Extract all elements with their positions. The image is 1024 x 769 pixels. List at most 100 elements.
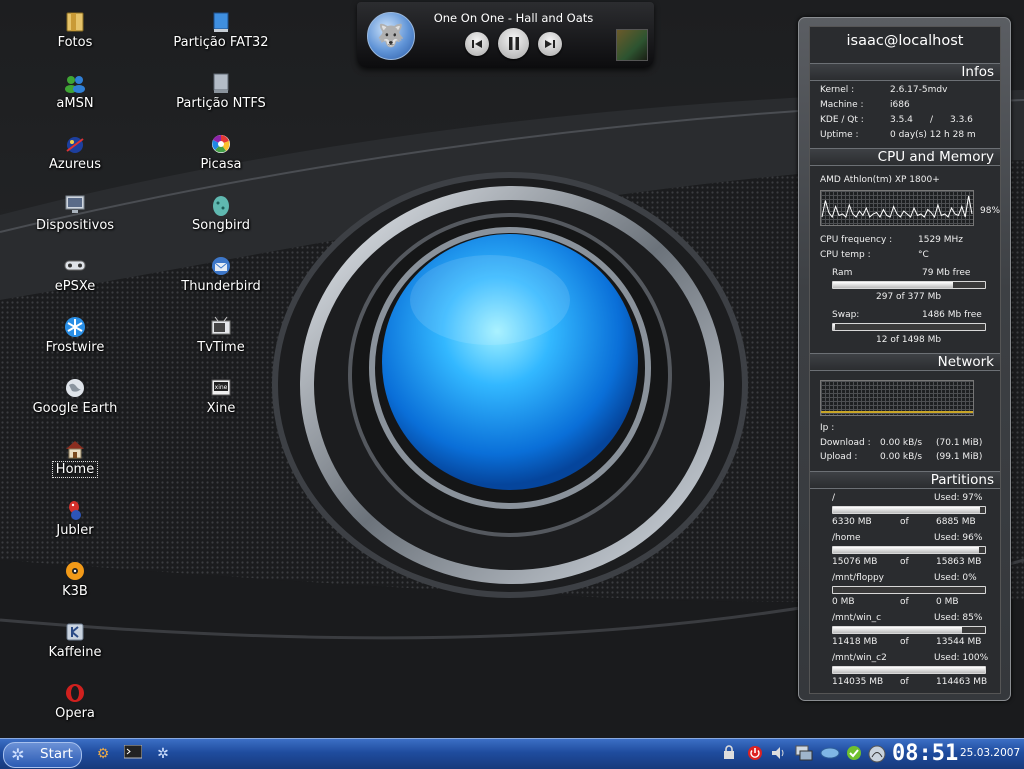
partition-mount: /mnt/floppy (832, 573, 884, 583)
lock-icon[interactable] (720, 745, 738, 763)
partition-usage-bar (832, 626, 986, 634)
partition-used-percent: Used: 100% (934, 653, 989, 663)
uptime-label: Uptime : (820, 130, 859, 140)
desktop-icon-label: Songbird (192, 218, 250, 233)
kde-gear-icon[interactable]: ✲ (154, 745, 172, 763)
partition-usage-bar (832, 546, 986, 554)
power-icon[interactable] (746, 745, 764, 763)
partition-of: of (900, 517, 909, 527)
ram-usage-fill (833, 282, 954, 288)
swap-usage-fill (833, 324, 835, 330)
username-host: isaac@localhost (846, 33, 964, 49)
desktop-icon-opera[interactable]: Opera (15, 671, 135, 732)
cpu-load-line (821, 195, 973, 219)
gamepad-icon (63, 254, 87, 278)
partition-used-size: 0 MB (832, 597, 855, 607)
desktop-icon-dispositivos[interactable]: Dispositivos (15, 183, 135, 244)
previous-track-button[interactable] (465, 32, 489, 56)
start-button[interactable]: ✲ Start (3, 742, 82, 768)
cpu-frequency-label: CPU frequency : (820, 235, 893, 245)
partition-used-size: 114035 MB (832, 677, 884, 687)
swap-usage-bar (832, 323, 986, 331)
section-header-cpu-memory: CPU and Memory (810, 148, 1000, 166)
speaker-icon[interactable] (770, 745, 788, 763)
desktop-icon-particao-fat32[interactable]: Partição FAT32 (161, 0, 281, 61)
desktop-icon-frostwire[interactable]: Frostwire (15, 305, 135, 366)
desktop-icon-k3b[interactable]: K3B (15, 549, 135, 610)
desktop-icon-label: Partição FAT32 (173, 35, 269, 50)
desktop-icon-label: aMSN (56, 96, 94, 111)
xine-icon: xine (209, 376, 233, 400)
desktop-icon-songbird[interactable]: Songbird (161, 183, 281, 244)
partition-mount: /mnt/win_c (832, 613, 882, 623)
upload-rate: 0.00 kB/s (880, 452, 923, 462)
desktop-icon-particao-ntfs[interactable]: Partição NTFS (161, 61, 281, 122)
kernel-value: 2.6.17-5mdv (890, 85, 948, 95)
desktop-icon-amsn[interactable]: aMSN (15, 61, 135, 122)
kde-version: 3.5.4 (890, 115, 913, 125)
partition-total-size: 6885 MB (936, 517, 976, 527)
desktop-icon-azureus[interactable]: Azureus (15, 122, 135, 183)
upload-label: Upload : (820, 452, 858, 462)
next-track-button[interactable] (538, 32, 562, 56)
partition-total-size: 114463 MB (936, 677, 988, 687)
network-monitor-icon[interactable] (795, 745, 813, 763)
desktop-icon-fotos[interactable]: Fotos (15, 0, 135, 61)
clock[interactable]: 08:51 (892, 742, 958, 766)
pause-icon (508, 37, 519, 50)
ram-used: 297 of 377 Mb (876, 292, 942, 302)
partition-used-percent: Used: 85% (934, 613, 983, 623)
songbird-egg-icon (209, 193, 233, 217)
update-check-icon[interactable] (845, 745, 863, 763)
devices-monitor-icon (63, 193, 87, 217)
desktop-icon-label: TvTime (197, 340, 245, 355)
desktop-icon-tvtime[interactable]: TvTime (161, 305, 281, 366)
partition-of: of (900, 637, 909, 647)
partition-mount: / (832, 493, 836, 503)
partition-used-percent: Used: 97% (934, 493, 983, 503)
klipper-icon[interactable] (820, 745, 840, 763)
kernel-label: Kernel : (820, 85, 855, 95)
azureus-frog-icon (63, 132, 87, 156)
opera-icon (63, 681, 87, 705)
desktop-icon-picasa[interactable]: Picasa (161, 122, 281, 183)
desktop-icon-kaffeine[interactable]: Kaffeine (15, 610, 135, 671)
ip-label: Ip : (820, 423, 835, 433)
desktop-icon-label: Kaffeine (48, 645, 102, 660)
desktop-icon-epsxe[interactable]: ePSXe (15, 244, 135, 305)
desktop-icon-jubler[interactable]: Jubler (15, 488, 135, 549)
partition-used-percent: Used: 96% (934, 533, 983, 543)
kde-label: KDE / Qt : (820, 115, 864, 125)
thunderbird-icon (209, 254, 233, 278)
uptime-value: 0 day(s) 12 h 28 m (890, 130, 976, 140)
desktop-icon-label: Opera (55, 706, 95, 721)
album-art (616, 29, 648, 61)
partition-of: of (900, 677, 909, 687)
machine-value: i686 (890, 100, 910, 110)
partition-usage-bar (832, 506, 986, 514)
drive-ntfs-icon (209, 71, 233, 95)
date[interactable]: 25.03.2007 (960, 747, 1020, 759)
partition-of: of (900, 597, 909, 607)
desktop-icon-google-earth[interactable]: Google Earth (15, 366, 135, 427)
desktop-icon-label: Google Earth (32, 401, 118, 416)
jubler-bird-icon (63, 498, 87, 522)
pause-button[interactable] (498, 28, 529, 59)
desktop-icon-thunderbird[interactable]: Thunderbird (161, 244, 281, 305)
desktop-icon-label: K3B (62, 584, 88, 599)
download-rate: 0.00 kB/s (880, 438, 923, 448)
desktop-icon-label: Thunderbird (181, 279, 261, 294)
taskbar: ✲ Start ⚙ ✲ 08:51 25.03.2007 (0, 738, 1024, 769)
cog-wheel-icon[interactable]: ⚙ (94, 745, 112, 763)
desktop-icon-label: Picasa (200, 157, 242, 172)
swap-label: Swap: (832, 310, 860, 320)
wifi-globe-icon[interactable] (868, 745, 886, 763)
cpu-load-graph (820, 190, 974, 226)
partition-total-size: 15863 MB (936, 557, 982, 567)
network-traffic-graph (820, 380, 974, 416)
desktop-icon-home[interactable]: Home (15, 427, 135, 488)
partition-usage-fill (833, 507, 981, 513)
desktop-icon-xine[interactable]: xine Xine (161, 366, 281, 427)
terminal-icon[interactable] (123, 744, 143, 763)
drive-fat32-icon (209, 10, 233, 34)
